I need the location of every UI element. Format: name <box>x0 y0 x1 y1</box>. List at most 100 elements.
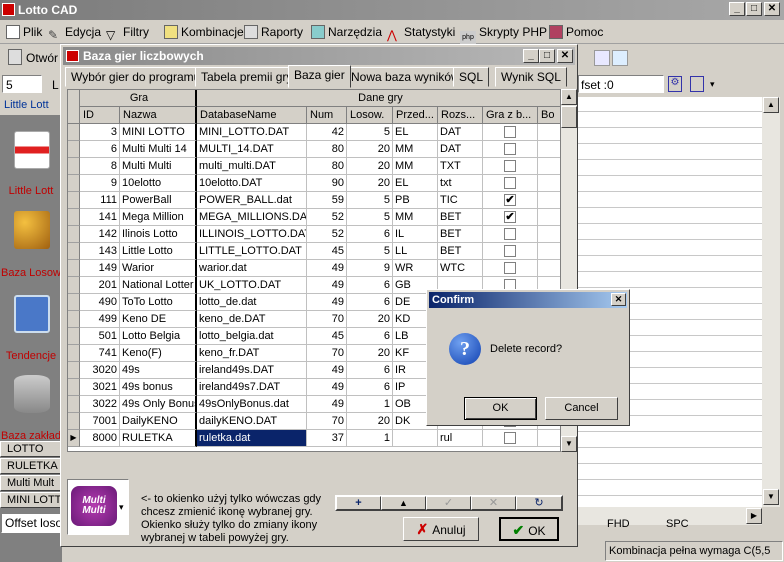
table-cell[interactable]: Ilinois Lotto <box>120 226 197 243</box>
menu-raporty[interactable]: Raporty <box>244 24 303 40</box>
table-cell[interactable]: 3022 <box>80 396 120 413</box>
column-header-bo[interactable]: Bo <box>538 107 560 124</box>
row-indicator[interactable] <box>68 141 80 158</box>
table-cell[interactable]: keno_fr.DAT <box>197 345 307 362</box>
table-cell[interactable]: 49 <box>307 379 347 396</box>
table-cell[interactable]: 49s Only Bonus <box>120 396 197 413</box>
maximize-button[interactable]: □ <box>746 2 762 16</box>
table-cell[interactable]: 6 <box>347 362 393 379</box>
table-cell[interactable]: 5 <box>347 243 393 260</box>
column-header-rozs[interactable]: Rozs... <box>438 107 483 124</box>
binoculars-icon[interactable] <box>612 50 628 66</box>
table-cell[interactable]: 741 <box>80 345 120 362</box>
menu-edycja[interactable]: ✎ Edycja <box>48 24 101 42</box>
table-cell[interactable] <box>483 175 538 192</box>
table-cell[interactable] <box>538 124 560 141</box>
menu-kombinacje[interactable]: Kombinacje <box>164 24 244 40</box>
menu-filtry[interactable]: ▽ Filtry <box>106 24 149 42</box>
gra-z-baza-checkbox[interactable] <box>504 262 516 274</box>
table-cell[interactable]: MULTI_14.DAT <box>197 141 307 158</box>
scroll-right-button[interactable]: ▶ <box>746 508 762 524</box>
menu-plik[interactable]: Plik <box>6 24 42 40</box>
table-cell[interactable]: 141 <box>80 209 120 226</box>
row-indicator[interactable] <box>68 192 80 209</box>
table-cell[interactable]: 3020 <box>80 362 120 379</box>
table-cell[interactable]: Multi Multi 14 <box>120 141 197 158</box>
table-cell[interactable] <box>483 141 538 158</box>
table-cell[interactable] <box>483 260 538 277</box>
table-cell[interactable]: 49 <box>307 260 347 277</box>
database-image[interactable] <box>14 375 50 413</box>
nav-label-little-lotto[interactable]: Little Lott <box>0 185 62 197</box>
table-cell[interactable]: 3021 <box>80 379 120 396</box>
table-cell[interactable]: 80 <box>307 141 347 158</box>
table-cell[interactable]: 143 <box>80 243 120 260</box>
tab-wybor-gier[interactable]: Wybór gier do programu <box>65 67 207 87</box>
table-cell[interactable]: Little Lotto <box>120 243 197 260</box>
table-cell[interactable]: WTC <box>438 260 483 277</box>
table-cell[interactable]: ToTo Lotto <box>120 294 197 311</box>
row-indicator[interactable] <box>68 209 80 226</box>
table-cell[interactable]: multi_multi.DAT <box>197 158 307 175</box>
tab-wynik-sql[interactable]: Wynik SQL <box>495 67 567 87</box>
lotto-logo-image[interactable] <box>14 131 50 169</box>
table-cell[interactable]: BET <box>438 226 483 243</box>
confirm-cancel-button[interactable]: Cancel <box>545 397 618 420</box>
table-cell[interactable] <box>538 430 560 447</box>
table-cell[interactable]: ✔ <box>483 209 538 226</box>
table-cell[interactable]: 20 <box>347 345 393 362</box>
table-cell[interactable]: TXT <box>438 158 483 175</box>
row-indicator[interactable] <box>68 124 80 141</box>
table-cell[interactable]: 49 <box>307 277 347 294</box>
offset-field[interactable]: fset :0 <box>578 75 664 93</box>
table-cell[interactable]: LL <box>393 243 438 260</box>
row-indicator[interactable] <box>68 226 80 243</box>
table-cell[interactable]: EL <box>393 124 438 141</box>
table-cell[interactable] <box>538 192 560 209</box>
table-cell[interactable]: MINI_LOTTO.DAT <box>197 124 307 141</box>
table-cell[interactable]: MM <box>393 158 438 175</box>
table-cell[interactable]: EL <box>393 175 438 192</box>
table-cell[interactable]: DailyKENO <box>120 413 197 430</box>
table-cell[interactable]: 5 <box>347 124 393 141</box>
table-cell[interactable]: 6 <box>347 226 393 243</box>
table-cell[interactable]: 37 <box>307 430 347 447</box>
table-cell[interactable]: ireland49s.DAT <box>197 362 307 379</box>
tool-icon-1[interactable] <box>594 50 610 66</box>
table-cell[interactable]: Warior <box>120 260 197 277</box>
table-scroll-down-button[interactable]: ▼ <box>561 436 577 452</box>
table-cell[interactable]: 20 <box>347 175 393 192</box>
menu-pomoc[interactable]: Pomoc <box>549 24 603 40</box>
dialog-minimize-button[interactable]: _ <box>523 49 539 63</box>
icon-picker[interactable]: Multi Multi ▾ <box>67 479 129 535</box>
table-cell[interactable]: 1 <box>347 430 393 447</box>
table-cell[interactable] <box>538 141 560 158</box>
table-cell[interactable]: 52 <box>307 209 347 226</box>
table-cell[interactable] <box>538 175 560 192</box>
row-indicator[interactable] <box>68 277 80 294</box>
row-indicator[interactable] <box>68 328 80 345</box>
table-cell[interactable] <box>393 430 438 447</box>
table-cell[interactable]: Lotto Belgia <box>120 328 197 345</box>
gra-z-baza-checkbox[interactable] <box>504 228 516 240</box>
table-cell[interactable]: 49 <box>307 362 347 379</box>
column-header-num[interactable]: Num <box>307 107 347 124</box>
table-cell[interactable]: dailyKENO.DAT <box>197 413 307 430</box>
table-cell[interactable]: keno_de.DAT <box>197 311 307 328</box>
game-button-mini-lotto[interactable]: MINI LOTT <box>0 492 62 508</box>
list-icon[interactable] <box>690 76 704 92</box>
table-cell[interactable]: 8 <box>80 158 120 175</box>
table-cell[interactable]: txt <box>438 175 483 192</box>
gra-z-baza-checkbox[interactable]: ✔ <box>504 194 516 206</box>
table-cell[interactable]: 9 <box>80 175 120 192</box>
row-indicator[interactable] <box>68 243 80 260</box>
nav-label-baza-losowan[interactable]: Baza Losow <box>0 267 62 279</box>
table-cell[interactable]: DAT <box>438 124 483 141</box>
table-cell[interactable] <box>483 124 538 141</box>
settings-icon[interactable]: ⚙ <box>668 76 682 92</box>
dialog-close-button[interactable]: ✕ <box>557 49 573 63</box>
table-cell[interactable]: 6 <box>347 277 393 294</box>
navigator-cancel-button[interactable]: ✕ <box>471 496 516 510</box>
minimize-button[interactable]: _ <box>729 2 745 16</box>
table-cell[interactable]: 201 <box>80 277 120 294</box>
